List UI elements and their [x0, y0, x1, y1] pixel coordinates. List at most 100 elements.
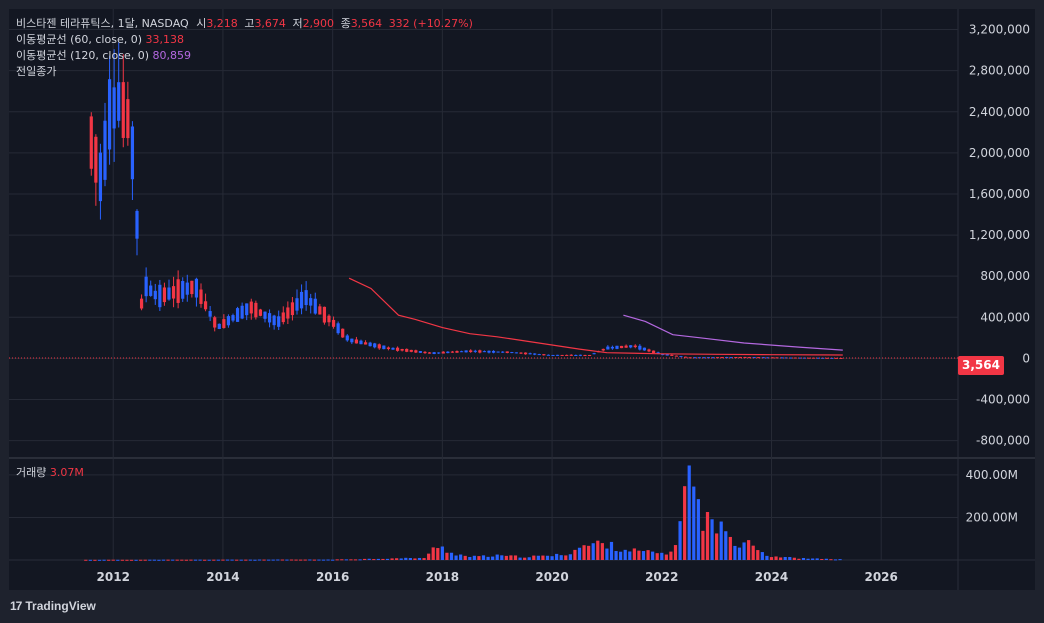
candle-body [121, 82, 125, 138]
time-tick-label: 2012 [97, 570, 130, 584]
candle-body [245, 303, 249, 316]
candle-body [551, 354, 555, 356]
volume-bar [321, 559, 326, 561]
volume-bar [253, 559, 257, 561]
candle-body [651, 350, 656, 353]
volume-bar [331, 559, 335, 561]
volume-bar [646, 550, 650, 560]
last-price-badge: 3,564 [958, 356, 1004, 375]
time-tick-label: 2018 [426, 570, 459, 584]
open-value: 3,218 [206, 17, 238, 30]
volume-bar [404, 557, 408, 560]
candle-body [153, 290, 157, 300]
volume-label: 거래량 [16, 466, 47, 479]
prev-close-label: 전일종가 [16, 65, 57, 78]
volume-bar [765, 555, 769, 560]
time-tick-label: 2022 [645, 570, 678, 584]
volume-bar [715, 533, 719, 560]
price-tick-label: -800,000 [976, 434, 1030, 448]
volume-bar [673, 545, 678, 560]
candle-body [469, 350, 473, 353]
candle-body [126, 99, 130, 139]
price-tick-label: 0 [1022, 351, 1030, 365]
volume-bar [555, 553, 559, 560]
volume-bar [536, 555, 540, 560]
candle-body [514, 352, 519, 354]
legend-ma60-row[interactable]: 이동평균선 (60, close, 0) 33,138 [16, 33, 184, 47]
volume-bar [692, 486, 696, 560]
price-tick-label: 400,000 [980, 310, 1030, 324]
candle-body [533, 353, 537, 355]
candle-body [176, 279, 180, 303]
volume-bar [513, 555, 518, 560]
volume-bar [683, 486, 687, 560]
volume-bar [161, 559, 166, 561]
volume-bar [431, 547, 435, 560]
price-tick-label: 2,000,000 [969, 146, 1030, 160]
volume-bar [143, 559, 147, 561]
candle-body [528, 353, 532, 355]
volume-bar [88, 559, 92, 561]
chart-frame: 3,200,000 2,800,000 2,400,000 2,000,000 1,60… [0, 0, 1044, 623]
candle-body [423, 351, 427, 354]
volume-bar [417, 557, 422, 560]
candle-body [478, 350, 482, 353]
candle-body [505, 351, 509, 353]
legend-symbol-row: 비스타젠 테라퓨틱스, 1달, NASDAQ 시3,218 고3,674 저2,… [16, 17, 473, 31]
volume-bar [303, 559, 307, 561]
chart-svg: 3,200,000 2,800,000 2,400,000 2,000,000 1,60… [9, 9, 1035, 590]
volume-bar [171, 559, 175, 561]
candle-body [542, 354, 546, 356]
candle-body [587, 354, 592, 356]
low-value: 2,900 [302, 17, 335, 30]
volume-bar [349, 559, 353, 561]
volume-bar [422, 558, 426, 560]
candle-body [400, 349, 404, 351]
legend-ma120-row[interactable]: 이동평균선 (120, close, 0) 80,859 [16, 49, 191, 63]
volume-bar [774, 556, 778, 560]
candle-body [491, 350, 496, 353]
volume-bar [120, 559, 124, 561]
volume-bar [600, 543, 604, 560]
legend-prev-close-row[interactable]: 전일종가 [16, 65, 56, 79]
volume-bar [427, 553, 431, 560]
open-label: 시 [196, 17, 207, 30]
candle-body [213, 317, 217, 328]
candle-body [299, 291, 304, 309]
candle-body [345, 335, 349, 341]
candle-body [615, 345, 619, 349]
volume-bar [129, 559, 134, 561]
volume-bar [294, 559, 298, 561]
candle-body [441, 351, 445, 354]
candle-body [249, 301, 253, 314]
tradingview-logo[interactable]: 17 TradingView [10, 599, 96, 613]
candle-body [304, 290, 308, 306]
volume-bar [408, 557, 412, 560]
volume-bar [838, 559, 842, 561]
volume-bar [102, 559, 106, 561]
volume-bar [244, 559, 248, 561]
volume-bar [587, 545, 591, 560]
candle-body [459, 351, 464, 353]
candle-body [185, 282, 189, 295]
candle-body [162, 287, 167, 303]
volume-bar [285, 559, 289, 561]
volume-bar [445, 552, 449, 560]
volume-bar [724, 531, 728, 560]
candle-body [181, 281, 185, 299]
legend-volume-row[interactable]: 거래량 3.07M [16, 466, 84, 480]
price-axis: 3,200,000 2,800,000 2,400,000 2,000,000 1,60… [969, 23, 1030, 448]
volume-bar [500, 555, 504, 560]
candle-body [619, 345, 624, 349]
high-label: 고 [244, 17, 255, 30]
candle-body [638, 345, 642, 350]
volume-bar [564, 555, 568, 560]
volume-bar [779, 557, 783, 560]
candle-body [574, 354, 578, 356]
candle-body [555, 354, 560, 356]
candle-body [194, 278, 199, 298]
volume-bar [719, 521, 723, 560]
volume-bar [193, 559, 198, 561]
candle-body [322, 306, 327, 323]
candle-body [437, 352, 441, 354]
